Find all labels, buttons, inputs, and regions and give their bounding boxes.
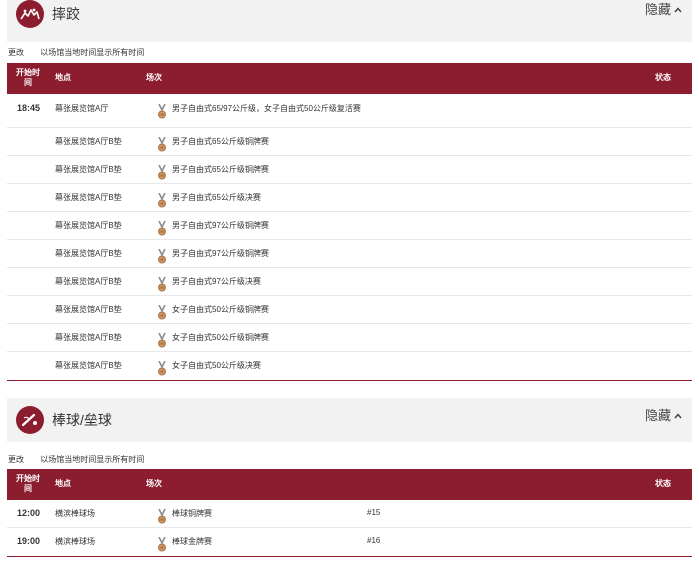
- sport-title: 摔跤: [52, 6, 80, 22]
- row-venue: 幕张展览馆A厅B垫: [55, 249, 122, 258]
- schedule-table-header: 开始时间 地点 场次 状态: [7, 469, 692, 500]
- column-header-venue: 地点: [55, 479, 71, 488]
- column-header-event: 场次: [146, 479, 162, 488]
- medal-icon: [158, 277, 166, 292]
- medal-icon: [158, 361, 166, 376]
- column-header-time: 开始时间: [16, 474, 40, 493]
- change-timezone-link[interactable]: 更改: [8, 48, 24, 57]
- medal-icon: [158, 509, 166, 524]
- row-event: 男子自由式65公斤级铜牌赛: [172, 165, 269, 174]
- column-header-venue: 地点: [55, 73, 71, 82]
- row-event: 男子自由式65/97公斤级，女子自由式50公斤级复活赛: [172, 104, 361, 113]
- medal-icon: [158, 249, 166, 264]
- sport-section-wrestling: 摔跤 隐藏: [7, 0, 692, 42]
- medal-icon: [158, 104, 166, 119]
- schedule-table-header: 开始时间 地点 场次 状态: [7, 63, 692, 94]
- row-time: 19:00: [17, 536, 41, 546]
- row-venue: 幕张展览馆A厅B垫: [55, 305, 122, 314]
- row-venue: 幕张展览馆A厅B垫: [55, 137, 122, 146]
- table-row: 18:45 幕张展览馆A厅 男子自由式65/97公斤级，女子自由式50公斤级复活赛: [7, 95, 692, 128]
- wrestling-icon: [16, 0, 44, 28]
- medal-icon: [158, 333, 166, 348]
- table-row: 幕张展览馆A厅B垫 男子自由式97公斤级铜牌赛: [7, 212, 692, 240]
- row-venue: 幕张展览馆A厅: [55, 104, 109, 113]
- hide-button[interactable]: 隐藏: [645, 407, 682, 425]
- sport-section-baseball: 棒球/垒球 隐藏: [7, 398, 692, 442]
- sport-title: 棒球/垒球: [52, 412, 112, 428]
- hide-label: 隐藏: [644, 2, 671, 17]
- table-row: 幕张展览馆A厅B垫 男子自由式65公斤级铜牌赛: [7, 128, 692, 156]
- timezone-label: 以场馆当地时间显示所有时间: [40, 455, 145, 464]
- medal-icon: [158, 137, 166, 152]
- baseball-icon: [16, 406, 44, 434]
- chevron-up-icon: [674, 413, 682, 419]
- medal-icon: [158, 305, 166, 320]
- row-game-number: #16: [367, 536, 381, 545]
- row-event: 女子自由式50公斤级铜牌赛: [172, 305, 269, 314]
- row-event: 男子自由式65公斤级决赛: [172, 193, 261, 202]
- medal-icon: [158, 193, 166, 208]
- row-game-number: #15: [367, 508, 381, 517]
- row-venue: 幕张展览馆A厅B垫: [55, 221, 122, 230]
- row-event: 男子自由式65公斤级铜牌赛: [172, 137, 269, 146]
- medal-icon: [158, 537, 166, 552]
- hide-label: 隐藏: [644, 408, 671, 423]
- row-event: 男子自由式97公斤级铜牌赛: [172, 221, 269, 230]
- row-event: 男子自由式97公斤级决赛: [172, 277, 261, 286]
- medal-icon: [158, 165, 166, 180]
- table-row: 12:00 横滨棒球场 棒球铜牌赛 #15: [7, 500, 692, 528]
- timezone-label: 以场馆当地时间显示所有时间: [40, 48, 145, 57]
- row-venue: 幕张展览馆A厅B垫: [55, 277, 122, 286]
- sport-header: 棒球/垒球 隐藏: [7, 398, 692, 442]
- timezone-row: 更改 以场馆当地时间显示所有时间: [0, 454, 144, 466]
- row-time: 12:00: [17, 508, 41, 518]
- column-header-status: 状态: [655, 479, 671, 488]
- chevron-up-icon: [674, 7, 682, 13]
- sport-header: 摔跤 隐藏: [7, 0, 692, 42]
- timezone-row: 更改 以场馆当地时间显示所有时间: [0, 47, 144, 59]
- row-event: 男子自由式97公斤级铜牌赛: [172, 249, 269, 258]
- row-event: 女子自由式50公斤级决赛: [172, 361, 261, 370]
- column-header-event: 场次: [146, 73, 162, 82]
- row-time: 18:45: [17, 103, 41, 113]
- section-divider: [7, 556, 692, 557]
- row-venue: 幕张展览馆A厅B垫: [55, 361, 122, 370]
- table-row: 幕张展览馆A厅B垫 女子自由式50公斤级决赛: [7, 352, 692, 380]
- table-row: 幕张展览馆A厅B垫 男子自由式65公斤级决赛: [7, 184, 692, 212]
- table-row: 幕张展览馆A厅B垫 女子自由式50公斤级铜牌赛: [7, 296, 692, 324]
- hide-button[interactable]: 隐藏: [645, 1, 682, 19]
- table-row: 19:00 横滨棒球场 棒球金牌赛 #16: [7, 528, 692, 556]
- row-venue: 横滨棒球场: [55, 509, 95, 518]
- table-row: 幕张展览馆A厅B垫 男子自由式97公斤级铜牌赛: [7, 240, 692, 268]
- medal-icon: [158, 221, 166, 236]
- section-divider: [7, 380, 692, 381]
- row-venue: 幕张展览馆A厅B垫: [55, 193, 122, 202]
- column-header-time: 开始时间: [16, 68, 40, 87]
- row-venue: 幕张展览馆A厅B垫: [55, 165, 122, 174]
- table-row: 幕张展览馆A厅B垫 男子自由式65公斤级铜牌赛: [7, 156, 692, 184]
- row-event: 女子自由式50公斤级铜牌赛: [172, 333, 269, 342]
- row-venue: 幕张展览馆A厅B垫: [55, 333, 122, 342]
- row-venue: 横滨棒球场: [55, 537, 95, 546]
- table-row: 幕张展览馆A厅B垫 女子自由式50公斤级铜牌赛: [7, 324, 692, 352]
- column-header-status: 状态: [655, 73, 671, 82]
- change-timezone-link[interactable]: 更改: [8, 455, 24, 464]
- table-row: 幕张展览馆A厅B垫 男子自由式97公斤级决赛: [7, 268, 692, 296]
